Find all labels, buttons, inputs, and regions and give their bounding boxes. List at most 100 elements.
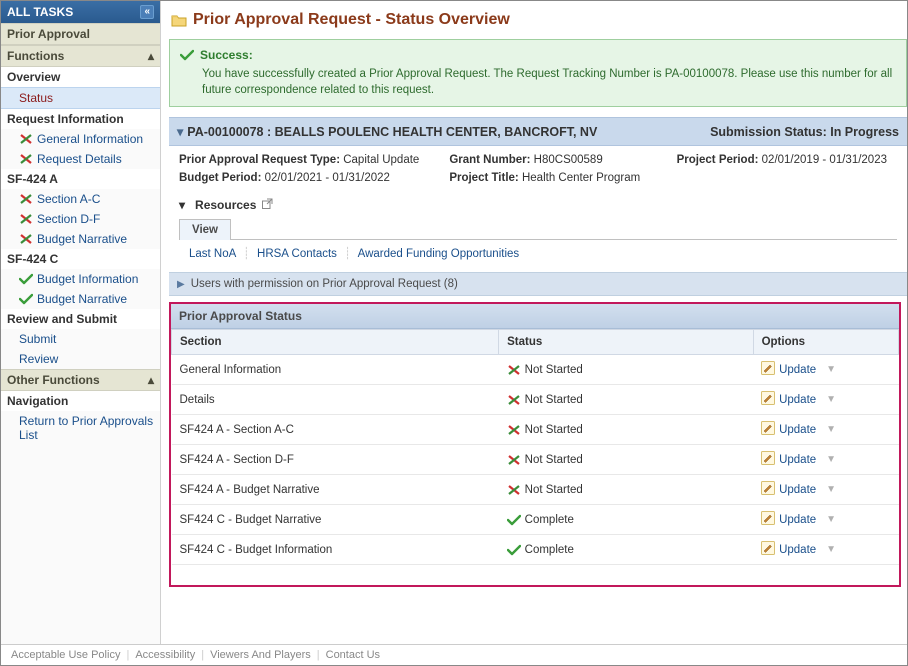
footer-link-contact[interactable]: Contact Us [326,649,380,661]
chevron-down-icon[interactable]: ▼ [826,484,836,495]
cell-status: Not Started [499,445,753,475]
pencil-icon [761,511,775,528]
success-heading: Success: [200,48,253,62]
record-header-title: PA-00100078 : BEALLS POULENC HEALTH CENT… [187,125,597,139]
cell-options: Update ▼ [753,505,898,535]
sidebar-item-request-details[interactable]: Request Details [1,149,160,169]
link-hrsa-contacts[interactable]: HRSA Contacts [257,248,337,260]
cell-status: Not Started [499,475,753,505]
cell-options: Update ▼ [753,445,898,475]
projperiod-value: 02/01/2019 - 01/31/2023 [762,154,887,166]
update-link[interactable]: Update [779,454,816,466]
update-link[interactable]: Update [779,364,816,376]
projperiod-label: Project Period: [677,154,759,166]
sidebar-group-prior-approval[interactable]: Prior Approval [1,23,160,45]
x-icon [507,394,521,406]
update-link[interactable]: Update [779,514,816,526]
permissions-panel-header[interactable]: ▶ Users with permission on Prior Approva… [169,272,907,296]
chevron-down-icon[interactable]: ▼ [826,364,836,375]
sidebar-sf424c-head: SF-424 C [1,249,160,269]
cell-options: Update ▼ [753,535,898,565]
x-icon [19,233,33,245]
cell-section: SF424 C - Budget Information [172,535,499,565]
sidebar-collapse-button[interactable]: « [140,5,154,19]
sidebar-item-general-information[interactable]: General Information [1,129,160,149]
cell-section: General Information [172,355,499,385]
table-row: DetailsNot Started Update ▼ [172,385,899,415]
folder-icon [171,13,187,27]
update-link[interactable]: Update [779,484,816,496]
sidebar: ALL TASKS « Prior Approval Functions▴ Ov… [1,1,161,644]
resources-toggle[interactable]: ▾ Resources [179,198,273,212]
sidebar-item-section-ac[interactable]: Section A-C [1,189,160,209]
cell-options: Update ▼ [753,415,898,445]
cell-section: Details [172,385,499,415]
chevron-down-icon[interactable]: ▼ [826,394,836,405]
sidebar-item-sf424c-budget-narrative[interactable]: Budget Narrative [1,289,160,309]
footer-link-accessibility[interactable]: Accessibility [135,649,195,661]
col-section: Section [172,330,499,355]
cell-section: SF424 A - Budget Narrative [172,475,499,505]
chevron-down-icon: ▾ [179,198,185,212]
table-row: General InformationNot StartedUpdate▼ [172,355,899,385]
sidebar-item-status[interactable]: Status [1,87,160,109]
pencil-icon [761,361,775,378]
check-icon [19,293,33,305]
pencil-icon [761,481,775,498]
cell-status: Not Started [499,385,753,415]
sidebar-review-head: Review and Submit [1,309,160,329]
update-link[interactable]: Update [779,424,816,436]
footer-link-aup[interactable]: Acceptable Use Policy [11,649,120,661]
sidebar-item-review[interactable]: Review [1,349,160,369]
x-icon [19,193,33,205]
sidebar-item-return-to-list[interactable]: Return to Prior Approvals List [1,411,160,445]
budget-label: Budget Period: [179,172,261,184]
cell-options: Update ▼ [753,355,898,385]
caret-up-icon: ▴ [148,373,154,387]
check-icon [180,49,194,61]
x-icon [507,454,521,466]
chevron-down-icon: ▾ [177,125,183,139]
sidebar-item-submit[interactable]: Submit [1,329,160,349]
cell-status: Not Started [499,415,753,445]
caret-up-icon: ▴ [148,49,154,63]
sidebar-group-other-functions[interactable]: Other Functions▴ [1,369,160,391]
chevron-down-icon[interactable]: ▼ [826,514,836,525]
link-last-noa[interactable]: Last NoA [189,248,236,260]
tab-view[interactable]: View [179,219,231,240]
sidebar-nav-head: Navigation [1,391,160,411]
cell-options: Update ▼ [753,475,898,505]
footer-link-viewers[interactable]: Viewers And Players [210,649,311,661]
projtitle-label: Project Title: [449,172,518,184]
table-row: SF424 A - Section A-CNot Started Update ▼ [172,415,899,445]
table-row: SF424 A - Budget NarrativeNot StartedUpd… [172,475,899,505]
check-icon [507,544,521,556]
update-link[interactable]: Update [779,544,816,556]
chevron-down-icon[interactable]: ▼ [826,424,836,435]
check-icon [19,273,33,285]
col-status: Status [499,330,753,355]
record-header-bar[interactable]: ▾ PA-00100078 : BEALLS POULENC HEALTH CEN… [169,117,907,146]
sidebar-item-sf424c-budget-information[interactable]: Budget Information [1,269,160,289]
pencil-icon [761,451,775,468]
chevron-down-icon[interactable]: ▼ [826,544,836,555]
update-link[interactable]: Update [779,394,816,406]
cell-options: Update ▼ [753,385,898,415]
sidebar-group-functions[interactable]: Functions▴ [1,45,160,67]
table-row: SF424 A - Section D-FNot StartedUpdate▼ [172,445,899,475]
link-awarded-funding[interactable]: Awarded Funding Opportunities [358,248,520,260]
sidebar-item-section-df[interactable]: Section D-F [1,209,160,229]
sidebar-header: ALL TASKS « [1,1,160,23]
chevron-down-icon[interactable]: ▼ [826,454,836,465]
grant-value: H80CS00589 [534,154,603,166]
sidebar-overview-head[interactable]: Overview [1,67,160,87]
type-label: Prior Approval Request Type: [179,154,340,166]
pencil-icon [761,421,775,438]
status-table-title: Prior Approval Status [171,304,899,329]
sidebar-sf424a-head: SF-424 A [1,169,160,189]
x-icon [507,424,521,436]
sidebar-item-sf424a-budget-narrative[interactable]: Budget Narrative [1,229,160,249]
cell-section: SF424 C - Budget Narrative [172,505,499,535]
cell-section: SF424 A - Section A-C [172,415,499,445]
x-icon [19,133,33,145]
